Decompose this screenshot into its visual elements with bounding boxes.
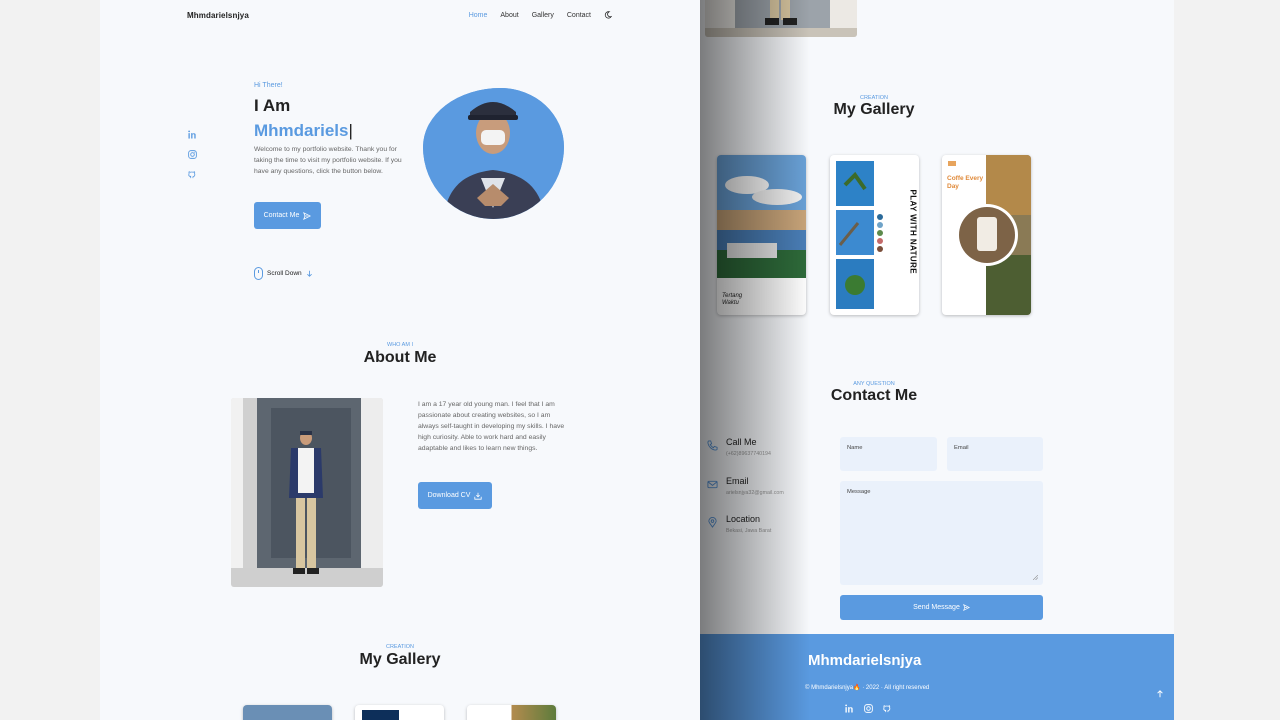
about-text: I am a 17 year old young man. I feel tha… [418, 401, 565, 452]
send-icon [962, 604, 970, 611]
nav-gallery[interactable]: Gallery [532, 12, 554, 19]
gallery-card-2-caption: PLAY WITH NATURE [908, 189, 918, 274]
scroll-to-top-icon[interactable] [1156, 690, 1164, 698]
gallery-card-1[interactable]: Tertang Waktu [717, 155, 806, 315]
gallery-card-preview-1[interactable] [243, 705, 332, 720]
contact-email: Email arielsnjya32@gmail.com [707, 476, 784, 496]
contact-location-value: Bekasi, Jawa Barat [726, 528, 772, 534]
contact-me-label: Contact Me [263, 212, 300, 219]
footer-brand[interactable]: Mhmdarielsnjya [808, 652, 921, 669]
gallery-card-3[interactable]: Coffe Every Day [942, 155, 1031, 315]
contact-location: Location Bekasi, Jawa Barat [707, 514, 771, 534]
mail-icon [707, 480, 718, 489]
send-icon [303, 211, 312, 220]
gallery-card-1-caption: Tertang Waktu [722, 293, 743, 306]
scroll-down-link[interactable]: Scroll Down [254, 267, 313, 280]
hero-name-text: Mhmdariels [254, 121, 349, 140]
footer-copyright: © Mhmdarielsnjya🔥 · 2022 · All right res… [805, 685, 930, 691]
hero-intro: Welcome to my portfolio website. Thank y… [254, 146, 402, 175]
instagram-icon[interactable] [864, 704, 873, 713]
gallery-image-2 [836, 161, 883, 309]
arrow-down-icon [306, 270, 312, 277]
message-placeholder: Message [847, 489, 871, 495]
moon-icon[interactable] [604, 11, 612, 19]
hero-line1: I Am [254, 96, 291, 115]
message-field[interactable]: Message [840, 481, 1043, 585]
download-cv-button[interactable]: Download CV [418, 482, 492, 509]
person-feet [705, 0, 857, 37]
github-icon[interactable] [883, 704, 892, 713]
hero-greeting: Hi There! [254, 82, 283, 89]
contact-call-value: (+62)89637740194 [726, 451, 771, 457]
nav-contact[interactable]: Contact [567, 12, 591, 19]
social-links [188, 130, 197, 179]
person-photo [231, 398, 383, 587]
send-message-button[interactable]: Send Message [840, 595, 1043, 620]
header-nav: Mhmdarielsnjya Home About Gallery Contac… [100, 0, 700, 32]
contact-call: Call Me (+62)89637740194 [707, 437, 771, 457]
contact-email-label: Email [726, 476, 749, 486]
nav-links: Home About Gallery Contact [469, 11, 612, 19]
contact-me-button[interactable]: Contact Me [254, 202, 321, 229]
instagram-icon[interactable] [188, 150, 197, 159]
brand-logo[interactable]: Mhmdarielsnjya [187, 11, 249, 20]
contact-title: Contact Me [830, 387, 918, 404]
hero-name: Mhmdariels| [254, 121, 353, 141]
location-pin-icon [708, 517, 717, 528]
gallery-card-preview-2[interactable] [355, 705, 444, 720]
hero-avatar [423, 88, 564, 219]
download-icon [474, 492, 483, 500]
contact-email-body: Email arielsnjya32@gmail.com [726, 476, 784, 496]
nav-home[interactable]: Home [469, 12, 488, 19]
gallery-card-preview-3[interactable] [467, 705, 556, 720]
linkedin-icon[interactable] [188, 130, 197, 139]
about-subtitle: WHO AM I [387, 342, 413, 348]
gallery-title-top: My Gallery [359, 651, 441, 668]
contact-location-label: Location [726, 514, 761, 524]
scroll-down-label: Scroll Down [267, 270, 302, 277]
gallery-image-1 [717, 155, 806, 278]
contact-location-body: Location Bekasi, Jawa Barat [726, 514, 771, 534]
person-portrait [423, 88, 564, 219]
email-field[interactable]: Email [947, 437, 1043, 471]
resize-handle-icon[interactable] [1033, 575, 1038, 580]
about-title: About Me [363, 349, 437, 366]
name-field[interactable]: Name [840, 437, 937, 471]
send-message-label: Send Message [913, 604, 960, 611]
about-photo-bottom-crop [705, 0, 857, 37]
contact-call-label: Call Me [726, 437, 757, 447]
gallery-title: My Gallery [833, 101, 915, 118]
phone-icon [707, 440, 718, 451]
download-cv-label: Download CV [427, 492, 471, 499]
gallery-subtitle-top: CREATION [385, 644, 414, 650]
portfolio-page-bottom[interactable]: CREATION My Gallery Tertang Waktu PLAY W… [700, 0, 1174, 720]
gallery-card-3-caption: Coffe Every Day [947, 175, 984, 190]
mouse-icon [254, 267, 263, 280]
screenshot-stage: Mhmdarielsnjya Home About Gallery Contac… [0, 0, 1280, 720]
footer [700, 634, 1174, 720]
nav-about[interactable]: About [500, 12, 518, 19]
contact-call-body: Call Me (+62)89637740194 [726, 437, 771, 457]
about-photo [231, 398, 383, 587]
contact-email-value: arielsnjya32@gmail.com [726, 490, 784, 496]
typing-cursor: | [348, 121, 353, 140]
github-icon[interactable] [188, 170, 197, 179]
portfolio-page-top[interactable]: Mhmdarielsnjya Home About Gallery Contac… [100, 0, 700, 720]
linkedin-icon[interactable] [845, 704, 854, 713]
gallery-card-2[interactable]: PLAY WITH NATURE [830, 155, 919, 315]
footer-socials [845, 704, 892, 713]
